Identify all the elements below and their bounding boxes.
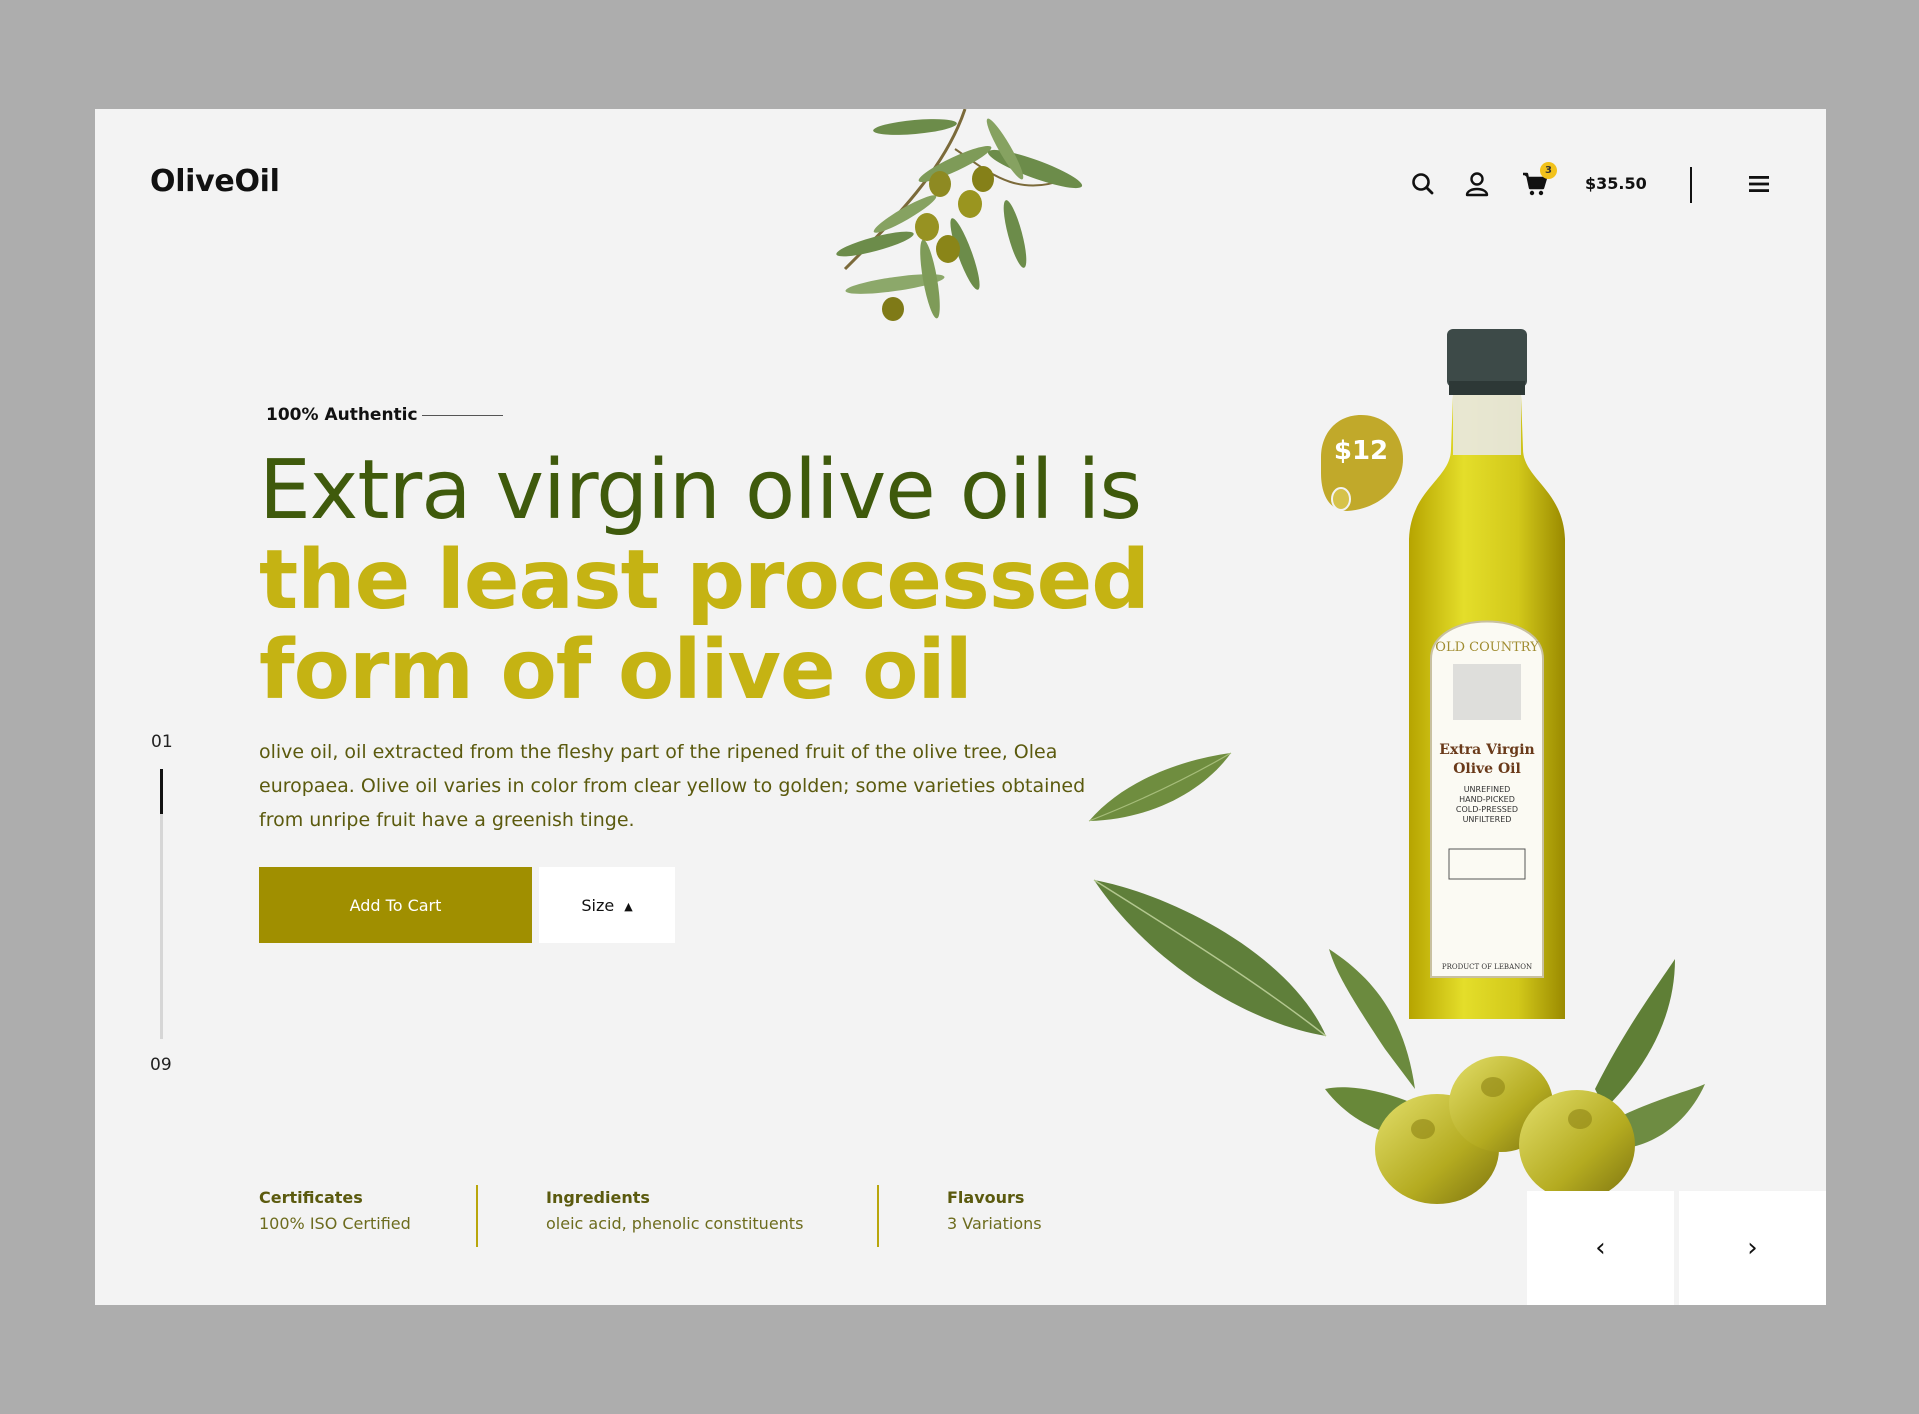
label-line: UNFILTERED [1463,815,1512,824]
chevron-right-icon: › [1747,1233,1758,1263]
info-heading: Flavours [947,1188,1025,1207]
info-certificates: Certificates 100% ISO Certified [259,1188,411,1233]
info-value: oleic acid, phenolic constituents [546,1214,804,1233]
info-divider [476,1185,478,1247]
info-heading: Certificates [259,1188,363,1207]
pager-total: 09 [150,1055,172,1075]
label-origin: PRODUCT OF LEBANON [1442,963,1532,971]
info-heading: Ingredients [546,1188,650,1207]
label-line: UNREFINED [1464,785,1511,794]
info-value: 3 Variations [947,1214,1042,1233]
search-icon[interactable] [1409,170,1437,198]
info-ingredients: Ingredients oleic acid, phenolic constit… [546,1188,803,1233]
hero-description: olive oil, oil extracted from the fleshy… [259,741,1086,831]
label-title-1: Extra Virgin [1439,742,1534,758]
leaf-decoration [1093,879,1327,1037]
add-to-cart-button[interactable]: Add To Cart [259,867,532,943]
info-flavours: Flavours 3 Variations [947,1188,1042,1233]
pager-current: 01 [151,732,173,752]
info-value: 100% ISO Certified [259,1214,411,1233]
headline-line-3: form of olive oil [259,623,973,718]
caret-up-icon: ▲ [624,899,633,913]
olive-branch-illustration [836,109,1083,321]
label-line: HAND-PICKED [1459,795,1515,804]
leaf-decoration [1088,752,1232,822]
info-divider [877,1185,879,1247]
cart-count-badge: 3 [1540,162,1557,179]
menu-icon[interactable] [1745,170,1773,198]
size-label: Size [581,895,615,915]
nav-divider [1690,167,1692,203]
label-arc-text: OLD COUNTRY [1435,640,1539,655]
hero-card: OliveOil 3 $35.50 100% Authentic Extra v… [95,109,1826,1305]
headline-line-1: Extra virgin olive oil is [259,443,1142,538]
prev-slide-button[interactable]: ‹ [1527,1191,1674,1305]
size-dropdown-button[interactable]: Size ▲ [539,867,675,943]
cart-total[interactable]: $35.50 [1585,174,1647,193]
label-line: COLD-PRESSED [1456,805,1518,814]
olive-oil-bottle-image: OLD COUNTRY Extra Virgin Olive Oil UNREF… [1325,329,1705,1204]
user-icon[interactable] [1463,170,1491,198]
cart-icon[interactable]: 3 [1521,162,1557,198]
kicker-rule [422,415,503,416]
pager-progress [160,769,163,814]
headline-line-2: the least processed [259,533,1150,628]
next-slide-button[interactable]: › [1679,1191,1826,1305]
kicker-text: 100% Authentic [266,405,418,425]
hero-headline: Extra virgin olive oil is the least proc… [259,446,1159,716]
chevron-left-icon: ‹ [1595,1233,1606,1263]
brand-logo[interactable]: OliveOil [150,164,280,199]
label-title-2: Olive Oil [1453,761,1521,777]
